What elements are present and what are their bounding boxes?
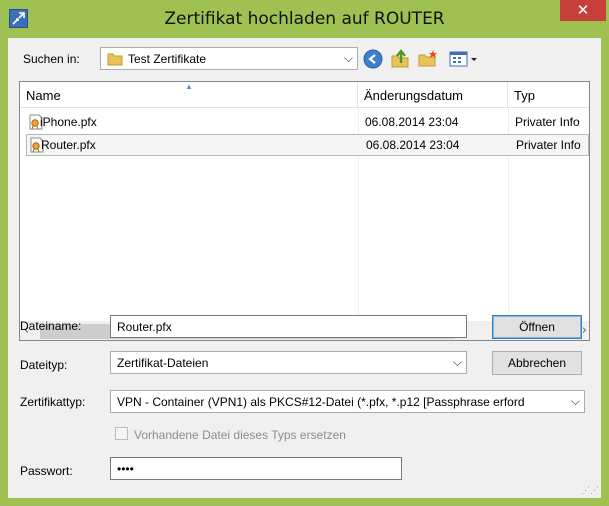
chevron-down-icon: ⌵ <box>452 355 462 369</box>
file-date: 06.08.2014 23:04 <box>366 138 460 152</box>
dialog-client: Suchen in: Test Zertifikate ⌵ Name ▲ Änd… <box>8 38 601 498</box>
certtype-label: Zertifikattyp: <box>20 395 86 409</box>
replace-label: Vorhandene Datei dieses Typs ersetzen <box>134 428 346 442</box>
file-type: Privater Info <box>516 138 581 152</box>
window-title: Zertifikat hochladen auf ROUTER <box>164 9 445 29</box>
scroll-right-icon[interactable]: › <box>582 323 587 338</box>
filetype-label: Dateityp: <box>20 358 68 372</box>
close-icon: ✕ <box>576 1 590 19</box>
sort-ascending-icon: ▲ <box>185 82 193 91</box>
lookin-value: Test Zertifikate <box>128 52 207 66</box>
open-button[interactable]: Öffnen <box>492 315 582 339</box>
filename-label: Dateiname: <box>20 319 82 333</box>
column-header-date[interactable]: Änderungsdatum <box>358 82 508 108</box>
title-bar[interactable]: Zertifikat hochladen auf ROUTER ✕ <box>0 0 609 38</box>
list-item[interactable]: Router.pfx 06.08.2014 23:04 Privater Inf… <box>26 134 589 156</box>
column-header-type[interactable]: Typ <box>508 82 589 108</box>
up-folder-button[interactable] <box>389 48 411 70</box>
resize-grip-icon[interactable]: ⋰⋰ <box>581 485 599 496</box>
list-item[interactable]: iPhone.pfx 06.08.2014 23:04 Privater Inf… <box>26 112 589 134</box>
chevron-down-icon: ⌵ <box>568 394 580 409</box>
view-menu-button[interactable] <box>448 48 480 70</box>
file-name: Router.pfx <box>41 138 96 152</box>
close-button[interactable]: ✕ <box>560 0 606 21</box>
column-header-name[interactable]: Name ▲ <box>20 82 358 108</box>
new-folder-button[interactable] <box>417 48 439 70</box>
certtype-value: VPN - Container (VPN1) als PKCS#12-Datei… <box>117 395 525 409</box>
up-folder-icon <box>391 49 409 68</box>
password-label: Passwort: <box>20 464 73 478</box>
certtype-select[interactable]: VPN - Container (VPN1) als PKCS#12-Datei… <box>110 390 585 413</box>
filetype-select[interactable]: Zertifikat-Dateien ⌵ <box>110 351 467 374</box>
view-menu-icon <box>449 51 477 67</box>
new-folder-icon <box>418 50 437 67</box>
file-list[interactable]: Name ▲ Änderungsdatum Typ iPhone.pfx 06.… <box>19 81 590 341</box>
password-field[interactable] <box>110 457 402 480</box>
filetype-value: Zertifikat-Dateien <box>117 356 209 370</box>
back-button[interactable] <box>362 48 384 70</box>
password-input[interactable] <box>111 458 401 479</box>
lookin-combo[interactable]: Test Zertifikate ⌵ <box>100 47 358 70</box>
filename-input[interactable] <box>111 316 466 337</box>
file-date: 06.08.2014 23:04 <box>365 115 459 129</box>
file-type: Privater Info <box>515 115 580 129</box>
list-header: Name ▲ Änderungsdatum Typ <box>20 82 589 108</box>
cancel-button[interactable]: Abbrechen <box>492 351 582 375</box>
filename-field[interactable] <box>110 315 467 338</box>
lookin-label: Suchen in: <box>23 52 80 66</box>
folder-icon <box>107 53 123 66</box>
chevron-down-icon: ⌵ <box>343 51 353 65</box>
back-icon <box>363 49 383 69</box>
file-name: iPhone.pfx <box>40 115 97 129</box>
dialog-window: Zertifikat hochladen auf ROUTER ✕ Suchen… <box>0 0 609 506</box>
replace-checkbox[interactable] <box>115 427 128 440</box>
